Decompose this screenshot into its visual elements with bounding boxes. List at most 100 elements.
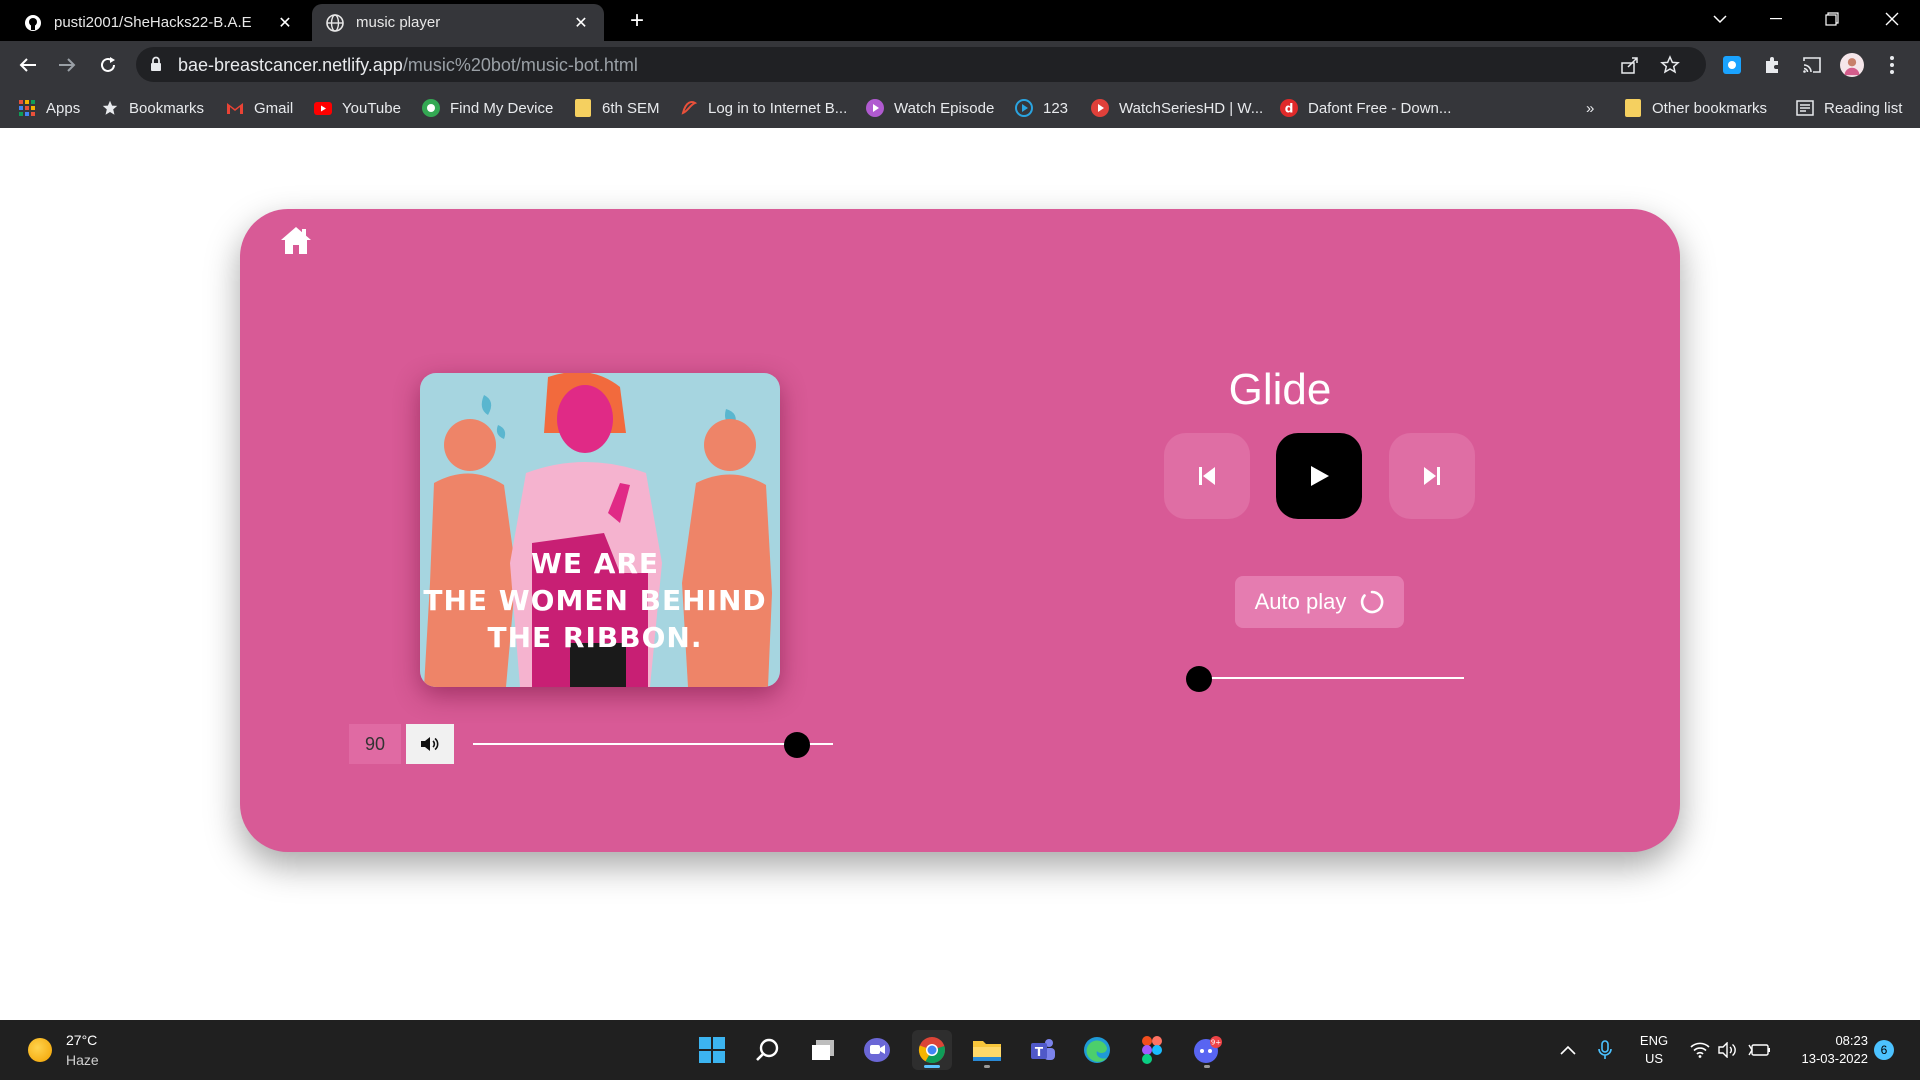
bookmark-gmail[interactable]: Gmail — [226, 96, 293, 120]
autoplay-button[interactable]: Auto play — [1235, 576, 1404, 628]
play-button[interactable] — [1276, 433, 1362, 519]
running-indicator — [1204, 1065, 1210, 1068]
volume-icon[interactable] — [1718, 1020, 1738, 1080]
bookmark-label: Bookmarks — [129, 99, 205, 117]
extension-app-icon[interactable] — [1720, 53, 1744, 77]
microphone-button[interactable] — [1598, 1020, 1612, 1080]
url-text: bae-breastcancer.netlify.app/music%20bot… — [178, 55, 638, 76]
battery-icon[interactable] — [1748, 1020, 1770, 1080]
discord-button[interactable]: 9+ — [1187, 1030, 1227, 1070]
play-circle-icon — [1091, 99, 1109, 117]
microphone-icon — [1598, 1040, 1612, 1059]
bookmark-label: 6th SEM — [602, 99, 660, 117]
reload-button[interactable] — [94, 51, 122, 79]
chevron-up-icon — [1560, 1045, 1576, 1055]
bookmark-label: Apps — [46, 99, 81, 117]
bookmark-label: Reading list — [1824, 99, 1903, 117]
new-tab-button[interactable]: + — [624, 7, 650, 34]
profile-avatar[interactable] — [1840, 53, 1864, 77]
other-bookmarks[interactable]: Other bookmarks — [1624, 96, 1767, 120]
bookmark-internet-banking[interactable]: Log in to Internet B... — [680, 96, 847, 120]
bookmark-label: YouTube — [342, 99, 401, 117]
tab-title: music player — [356, 14, 441, 31]
wifi-icon[interactable] — [1690, 1020, 1710, 1080]
bookmark-label: Dafont Free - Down... — [1308, 99, 1452, 117]
forward-button[interactable] — [53, 51, 81, 79]
bookmark-star-icon[interactable] — [1660, 55, 1680, 75]
file-explorer-button[interactable] — [967, 1030, 1007, 1070]
edge-icon — [1084, 1037, 1110, 1063]
bank-icon — [680, 99, 698, 117]
lock-icon[interactable] — [150, 56, 162, 77]
close-tab-icon[interactable]: ✕ — [276, 14, 294, 32]
tab-github[interactable]: pusti2001/SheHacks22-B.A.E ✕ — [10, 4, 308, 41]
show-hidden-icons-button[interactable] — [1560, 1020, 1576, 1080]
star-icon — [101, 99, 119, 117]
volume-slider-thumb[interactable] — [784, 732, 810, 758]
page-content: WE ARE THE WOMEN BEHIND THE RIBBON. 90 G… — [0, 128, 1920, 1020]
volume-value: 90 — [349, 724, 401, 764]
bookmark-label: Log in to Internet B... — [708, 99, 848, 117]
bookmark-123[interactable]: 123 — [1015, 96, 1068, 120]
figma-button[interactable] — [1132, 1030, 1172, 1070]
reading-list[interactable]: Reading list — [1796, 96, 1902, 120]
weather-widget[interactable]: 27°C Haze — [28, 1030, 99, 1070]
language-code: ENG — [1639, 1033, 1669, 1048]
language-indicator[interactable]: ENG US — [1636, 1032, 1672, 1068]
tab-music-player[interactable]: music player ✕ — [312, 4, 604, 41]
bookmarks-bar: Apps Bookmarks Gmail YouTube Find My Dev… — [0, 88, 1920, 128]
bookmark-bookmarks[interactable]: Bookmarks — [101, 96, 204, 120]
system-clock[interactable]: 08:23 13-03-2022 — [1788, 1032, 1869, 1068]
bookmark-6th-sem[interactable]: 6th SEM — [574, 96, 660, 120]
weather-temperature: 27°C — [66, 1032, 98, 1048]
address-bar[interactable]: bae-breastcancer.netlify.app/music%20bot… — [136, 47, 1706, 82]
tab-search-icon[interactable] — [1692, 0, 1748, 38]
bookmark-watch-episode[interactable]: Watch Episode — [866, 96, 994, 120]
weather-condition: Haze — [66, 1052, 99, 1068]
chrome-taskbar-button[interactable] — [912, 1030, 952, 1070]
bookmark-label: Gmail — [254, 99, 294, 117]
mute-button[interactable] — [406, 724, 454, 764]
close-window-button[interactable] — [1864, 0, 1920, 38]
restore-button[interactable] — [1804, 0, 1860, 38]
bookmark-find-my-device[interactable]: Find My Device — [422, 96, 553, 120]
close-tab-icon[interactable]: ✕ — [572, 14, 590, 32]
dafont-icon: d — [1280, 99, 1298, 117]
bookmark-apps[interactable]: Apps — [18, 96, 80, 120]
bookmark-dafont[interactable]: d Dafont Free - Down... — [1280, 96, 1451, 120]
url-host: bae-breastcancer.netlify.app — [178, 55, 403, 75]
next-track-button[interactable] — [1389, 433, 1475, 519]
notification-badge[interactable]: 6 — [1874, 1040, 1894, 1060]
chrome-icon — [918, 1037, 945, 1064]
bookmark-youtube[interactable]: YouTube — [314, 96, 401, 120]
tab-title: pusti2001/SheHacks22-B.A.E — [54, 14, 252, 31]
start-button[interactable] — [692, 1030, 732, 1070]
seek-slider-thumb[interactable] — [1186, 666, 1212, 692]
volume-slider-track[interactable] — [473, 743, 833, 745]
bookmark-watchserieshd[interactable]: WatchSeriesHD | W... — [1091, 96, 1263, 120]
seek-slider-track[interactable] — [1188, 677, 1464, 679]
previous-track-button[interactable] — [1164, 433, 1250, 519]
task-view-button[interactable] — [803, 1030, 843, 1070]
share-icon[interactable] — [1620, 55, 1640, 75]
menu-kebab-icon[interactable] — [1880, 53, 1904, 77]
speaker-icon — [421, 737, 439, 751]
search-button[interactable] — [748, 1030, 788, 1070]
tab-bar: pusti2001/SheHacks22-B.A.E ✕ music playe… — [0, 0, 1920, 41]
song-title: Glide — [1228, 365, 1332, 414]
teams-button[interactable]: T — [1022, 1030, 1062, 1070]
reading-list-icon — [1796, 99, 1814, 117]
cover-line-1: WE ARE — [531, 547, 659, 580]
bookmarks-overflow-button[interactable]: » — [1586, 96, 1594, 120]
extensions-puzzle-icon[interactable] — [1760, 53, 1784, 77]
windows-taskbar: 27°C Haze T 9+ ENG US 08:23 13-03-2022 6 — [0, 1020, 1920, 1080]
minimize-button[interactable] — [1748, 0, 1804, 38]
folder-icon — [574, 99, 592, 117]
edge-button[interactable] — [1077, 1030, 1117, 1070]
home-icon[interactable] — [278, 223, 314, 259]
back-button[interactable] — [14, 51, 42, 79]
teams-chat-button[interactable] — [857, 1030, 897, 1070]
svg-text:d: d — [1285, 102, 1294, 116]
cast-icon[interactable] — [1800, 53, 1824, 77]
find-device-icon — [422, 99, 440, 117]
